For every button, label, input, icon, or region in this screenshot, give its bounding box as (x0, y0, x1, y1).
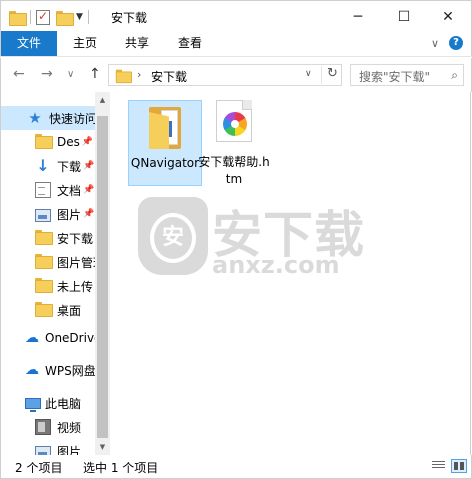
sidebar-item-downloads[interactable]: ↓ 下载 📌 (1, 154, 95, 178)
pin-icon: 📌 (81, 137, 94, 147)
address-row: ← → ∨ ↑ › 安下载 ∨ ↻ 搜索"安下载" ⌕ (0, 58, 472, 92)
tab-view[interactable]: 查看 (166, 31, 214, 56)
address-dropdown-chevron-icon[interactable]: ∨ (305, 69, 312, 79)
download-icon: ↓ (36, 156, 50, 175)
pinwheel-icon (223, 112, 247, 136)
folder-icon (115, 69, 132, 84)
sidebar-item-anxiazai[interactable]: 安下载 (1, 226, 95, 250)
file-item-qnavigator[interactable]: QNavigator (128, 100, 202, 186)
title-bar: ▼ 安下载 ─ ☐ ✕ (0, 0, 472, 31)
breadcrumb[interactable]: 安下载 (151, 68, 187, 85)
folder-icon (35, 230, 53, 246)
onedrive-icon: ☁ (25, 330, 39, 346)
minimize-button[interactable]: ─ (335, 1, 381, 32)
window-title: 安下载 (111, 11, 148, 25)
item-count: 2 个项目 (15, 461, 63, 475)
navigation-pane: ★ 快速访问 Des 📌 ↓ 下载 📌 文档 📌 图片 📌 安下载 图片管理 未… (0, 92, 95, 455)
sidebar-item-this-pc[interactable]: 此电脑 (1, 391, 95, 415)
pin-icon: 📌 (83, 161, 95, 171)
sidebar-item-onedrive[interactable]: ☁ OneDrive (1, 326, 95, 350)
sidebar-item-pictures-pc[interactable]: 图片 (1, 439, 95, 455)
scrollbar-thumb[interactable] (97, 116, 108, 438)
search-icon: ⌕ (451, 68, 458, 82)
folder-icon (35, 134, 53, 150)
sidebar-item-desktop[interactable]: 桌面 (1, 298, 95, 322)
nav-pane-scrollbar[interactable]: ▲ ▼ (95, 92, 110, 455)
maximize-button[interactable]: ☐ (381, 1, 427, 32)
folder-icon (35, 302, 53, 318)
sidebar-item-wps-cloud[interactable]: ☁ WPS网盘 (1, 358, 95, 382)
help-icon[interactable]: ? (449, 36, 463, 50)
sidebar-item-pictures[interactable]: 图片 📌 (1, 202, 95, 226)
search-placeholder: 搜索"安下载" (359, 70, 431, 84)
up-arrow-icon[interactable]: ↑ (89, 66, 101, 82)
details-view-icon[interactable] (431, 459, 447, 473)
scroll-up-arrow-icon[interactable]: ▲ (95, 96, 110, 104)
sidebar-item-videos[interactable]: 视频 (1, 415, 95, 439)
new-folder-icon[interactable] (56, 10, 74, 26)
breadcrumb-separator-icon: › (137, 68, 142, 81)
folder-icon (35, 254, 53, 270)
pin-icon: 📌 (83, 185, 95, 195)
star-icon: ★ (28, 109, 42, 127)
sidebar-item-documents[interactable]: 文档 📌 (1, 178, 95, 202)
htm-file-icon[interactable] (216, 100, 252, 142)
expand-ribbon-chevron-icon[interactable]: ∨ (431, 37, 439, 50)
video-icon (35, 419, 51, 435)
tab-share[interactable]: 共享 (113, 31, 161, 56)
refresh-icon[interactable]: ↻ (321, 66, 338, 84)
customize-toolbar-chevron-icon[interactable]: ▼ (76, 12, 83, 22)
ribbon-tabs: 文件 主页 共享 查看 ∨ ? (0, 31, 472, 57)
folder-icon (149, 107, 181, 149)
properties-icon[interactable] (36, 9, 50, 25)
sidebar-item-desktop-pinned[interactable]: Des 📌 (1, 130, 95, 154)
tab-file[interactable]: 文件 (1, 31, 57, 56)
quick-access-toolbar: ▼ (9, 8, 94, 26)
back-arrow-icon[interactable]: ← (13, 66, 25, 82)
status-bar: 2 个项目 选中 1 个项目 (0, 455, 472, 479)
search-input[interactable]: 搜索"安下载" ⌕ (350, 64, 464, 86)
sidebar-item-not-uploaded[interactable]: 未上传 (1, 274, 95, 298)
pictures-icon (35, 208, 51, 222)
sidebar-item-quick-access[interactable]: ★ 快速访问 (1, 106, 95, 130)
scroll-down-arrow-icon[interactable]: ▼ (95, 443, 110, 451)
folder-icon (35, 278, 53, 294)
recent-locations-chevron-icon[interactable]: ∨ (67, 69, 74, 80)
pictures-icon (35, 445, 51, 455)
close-button[interactable]: ✕ (425, 1, 471, 32)
tab-home[interactable]: 主页 (61, 31, 109, 56)
file-name: 安下载帮助.htm (198, 155, 270, 186)
file-name: QNavigator (130, 156, 200, 170)
file-list[interactable]: QNavigator 安下载帮助.htm (110, 92, 471, 455)
address-bar[interactable]: › 安下载 ∨ ↻ (108, 64, 342, 86)
forward-arrow-icon[interactable]: → (41, 66, 53, 82)
large-icons-view-icon[interactable] (451, 459, 467, 473)
folder-icon (9, 10, 27, 26)
sidebar-item-picture-manager[interactable]: 图片管理 (1, 250, 95, 274)
document-icon (35, 182, 51, 198)
this-pc-icon (25, 398, 41, 412)
wps-cloud-icon: ☁ (25, 362, 39, 378)
pin-icon: 📌 (83, 209, 95, 219)
selected-count: 选中 1 个项目 (83, 461, 159, 475)
